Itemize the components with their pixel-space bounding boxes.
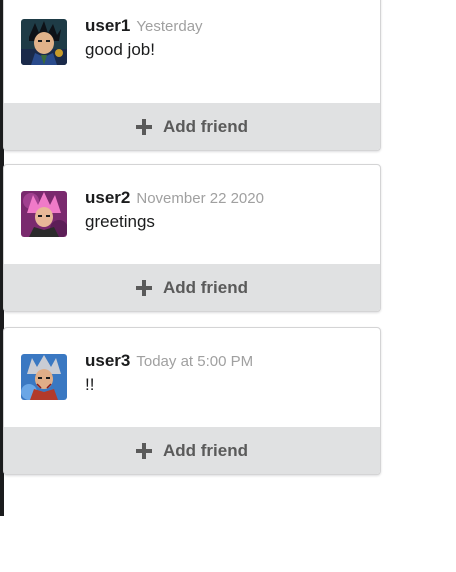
avatar[interactable] <box>21 191 67 237</box>
comment-body: user1 Yesterday good job! <box>4 0 380 103</box>
plus-icon <box>136 118 152 135</box>
comment-text: good job! <box>85 40 155 59</box>
comment-card: user2 November 22 2020 greetings Add frie… <box>3 164 381 312</box>
plus-icon <box>136 442 152 459</box>
comment-meta: user2 November 22 2020 greetings <box>85 188 370 232</box>
comment-date: November 22 2020 <box>136 190 264 207</box>
comment-meta: user1 Yesterday good job! <box>85 16 370 60</box>
comment-author[interactable]: user1 <box>85 16 130 35</box>
comment-text: !! <box>85 375 95 394</box>
avatar-dark-hair-icon <box>21 19 67 65</box>
plus-icon <box>136 279 152 296</box>
comment-meta: user3 Today at 5:00 PM !! <box>85 351 370 395</box>
page: user1 Yesterday good job! Add friend use… <box>0 0 456 572</box>
comment-card: user3 Today at 5:00 PM !! Add friend <box>3 327 381 475</box>
comment-card: user1 Yesterday good job! Add friend <box>3 0 381 151</box>
comment-date: Today at 5:00 PM <box>136 353 254 370</box>
add-friend-label: Add friend <box>163 277 248 297</box>
add-friend-button[interactable]: Add friend <box>4 427 380 474</box>
comment-body: user2 November 22 2020 greetings <box>4 165 380 265</box>
add-friend-button[interactable]: Add friend <box>4 103 380 150</box>
avatar-silver-hair-icon <box>21 354 67 400</box>
avatar[interactable] <box>21 19 67 65</box>
avatar-pink-hair-icon <box>21 191 67 237</box>
avatar[interactable] <box>21 354 67 400</box>
comment-body: user3 Today at 5:00 PM !! <box>4 328 380 428</box>
comment-date: Yesterday <box>136 18 203 35</box>
add-friend-button[interactable]: Add friend <box>4 264 380 311</box>
add-friend-label: Add friend <box>163 440 248 460</box>
comment-text: greetings <box>85 212 155 231</box>
comment-author[interactable]: user2 <box>85 188 130 207</box>
add-friend-label: Add friend <box>163 116 248 136</box>
comment-author[interactable]: user3 <box>85 351 130 370</box>
